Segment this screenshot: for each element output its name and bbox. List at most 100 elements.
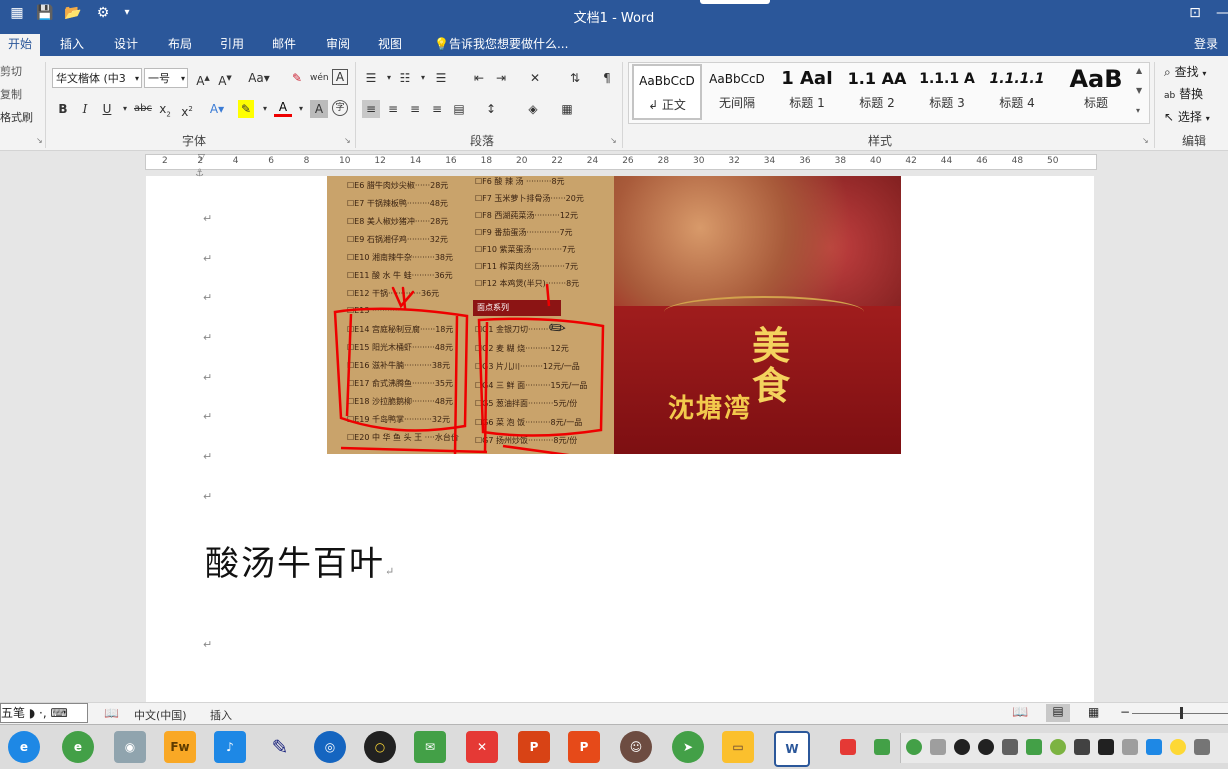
subscript-icon[interactable]: x2 — [156, 100, 174, 118]
tray-app-icon[interactable] — [1146, 739, 1162, 755]
style-no-spacing[interactable]: AaBbCcD 无间隔 — [702, 64, 772, 120]
gallery-more-icon[interactable]: ▾ — [1136, 106, 1140, 115]
music-icon[interactable]: ♪ — [214, 731, 246, 763]
document-heading[interactable]: 酸汤牛百叶↵ — [205, 536, 394, 585]
change-case-icon[interactable]: Aa▾ — [246, 69, 272, 87]
proofing-icon[interactable]: 📖 — [104, 706, 119, 720]
numbering-dropdown-icon[interactable]: ▾ — [414, 69, 432, 87]
style-title[interactable]: AaB 标题 — [1058, 64, 1134, 120]
grow-font-icon[interactable]: A▲ — [194, 69, 212, 88]
tools-icon[interactable]: ✎ — [264, 731, 296, 763]
network-icon[interactable] — [1002, 739, 1018, 755]
ie-icon[interactable]: e — [8, 731, 40, 763]
camera-icon[interactable]: ◉ — [114, 731, 146, 763]
tray-app-icon[interactable] — [1098, 739, 1114, 755]
font-color-dropdown-icon[interactable]: ▾ — [292, 100, 310, 118]
tray-app-icon[interactable] — [840, 739, 856, 755]
paragraph-dialog-launcher-icon[interactable]: ↘ — [610, 136, 617, 145]
ime-toolbar[interactable]: 五笔 ◗ ·, ⌨ — [0, 703, 88, 723]
sort-icon[interactable]: ⇅ — [566, 69, 584, 87]
cut-button[interactable]: 剪切 — [0, 63, 22, 79]
print-layout-icon[interactable]: ▤ — [1046, 704, 1070, 722]
browser-tray-icon[interactable] — [1050, 739, 1066, 755]
font-size-combo[interactable]: 一号 ▾ — [144, 68, 188, 88]
copy-button[interactable]: 复制 — [0, 86, 22, 102]
style-normal[interactable]: AaBbCcD ↲ 正文 — [632, 64, 702, 120]
zoom-slider-thumb[interactable] — [1180, 707, 1183, 719]
select-button[interactable]: ↖ 选择 ▾ — [1164, 108, 1210, 125]
tab-design[interactable]: 设计 — [106, 34, 146, 56]
format-painter-button[interactable]: 格式刷 — [0, 109, 33, 125]
distributed-icon[interactable]: ▤ — [450, 100, 468, 118]
read-mode-icon[interactable]: 📖 — [1012, 705, 1028, 720]
tray-battery-icon[interactable] — [874, 739, 890, 755]
underline-icon[interactable]: U — [98, 100, 116, 118]
gallery-down-icon[interactable]: ▼ — [1136, 86, 1142, 95]
tab-layout[interactable]: 布局 — [160, 34, 200, 56]
character-border-icon[interactable]: A — [332, 69, 348, 85]
tab-view[interactable]: 视图 — [370, 34, 410, 56]
tab-review[interactable]: 审阅 — [318, 34, 358, 56]
numbering-icon[interactable]: ☷ — [396, 69, 414, 87]
tray-app-icon[interactable] — [1074, 739, 1090, 755]
line-spacing-icon[interactable]: ↕ — [482, 100, 500, 118]
wechat-tray-icon[interactable] — [1026, 739, 1042, 755]
replace-button[interactable]: ab 替换 — [1164, 85, 1203, 102]
character-shading-icon[interactable]: A — [310, 100, 328, 118]
enclose-characters-icon[interactable]: 字 — [332, 100, 348, 116]
font-name-combo[interactable]: 华文楷体 (中3 ▾ — [52, 68, 142, 88]
font-dialog-launcher-icon[interactable]: ↘ — [344, 136, 351, 145]
align-center-icon[interactable]: ≡ — [384, 100, 402, 118]
tab-insert[interactable]: 插入 — [52, 34, 92, 56]
increase-indent-icon[interactable]: ⇥ — [492, 69, 510, 87]
horizontal-ruler[interactable]: 2 2 4 6 8 10 12 14 16 18 20 22 24 26 28 30 32 34 36 38 40 42 4… — [145, 153, 1097, 170]
styles-dialog-launcher-icon[interactable]: ↘ — [1142, 136, 1149, 145]
tell-me-box[interactable]: 💡告诉我您想要做什么... — [426, 34, 576, 56]
minimize-icon[interactable]: — — [1214, 4, 1228, 22]
style-heading-3[interactable]: 1.1.1 A 标题 3 — [912, 64, 982, 120]
wechat-icon[interactable]: ✉ — [414, 731, 446, 763]
justify-icon[interactable]: ≡ — [428, 100, 446, 118]
insert-mode-status[interactable]: 插入 — [210, 707, 232, 723]
highlight-dropdown-icon[interactable]: ▾ — [256, 100, 274, 118]
tab-references[interactable]: 引用 — [212, 34, 252, 56]
powerpoint-file-icon[interactable]: P — [568, 731, 600, 763]
find-button[interactable]: ⌕ 查找 ▾ — [1164, 63, 1206, 80]
volume-icon[interactable] — [930, 739, 946, 755]
tray-send-icon[interactable] — [906, 739, 922, 755]
superscript-icon[interactable]: x2 — [178, 100, 196, 119]
bullets-icon[interactable]: ☰ — [362, 69, 380, 87]
xmind-icon[interactable]: ✕ — [466, 731, 498, 763]
highlight-icon[interactable]: ✎ — [238, 100, 254, 118]
align-left-icon[interactable]: ≡ — [362, 100, 380, 118]
browser-360-icon[interactable]: e — [62, 731, 94, 763]
tray-app-icon[interactable] — [1122, 739, 1138, 755]
send-icon[interactable]: ➤ — [672, 731, 704, 763]
italic-icon[interactable]: I — [76, 100, 94, 118]
tray-app-icon[interactable] — [1194, 739, 1210, 755]
tray-app-icon[interactable] — [1170, 739, 1186, 755]
font-color-icon[interactable]: A — [274, 100, 292, 117]
qq-icon[interactable] — [954, 739, 970, 755]
qq-icon[interactable] — [978, 739, 994, 755]
chinese-layout-icon[interactable]: ✕ — [526, 69, 544, 87]
gallery-up-icon[interactable]: ▲ — [1136, 66, 1142, 75]
avatar-icon[interactable]: ☺ — [620, 731, 652, 763]
language-status[interactable]: 中文(中国) — [134, 707, 187, 723]
menu-image[interactable]: ☐E6 腊牛肉炒尖椒······28元 ☐E7 干锅辣板鸭·········48元… — [327, 176, 901, 454]
clear-formatting-icon[interactable]: ✎ — [288, 69, 306, 87]
tab-mailings[interactable]: 邮件 — [264, 34, 304, 56]
word-taskbar-icon[interactable]: W — [774, 731, 810, 767]
web-layout-icon[interactable]: ▦ — [1088, 705, 1099, 719]
ribbon-display-icon[interactable]: ⊡ — [1186, 4, 1204, 22]
phonetic-guide-icon[interactable]: wén — [310, 69, 329, 87]
style-heading-1[interactable]: 1 AaI 标题 1 — [772, 64, 842, 120]
tab-home[interactable]: 开始 — [0, 34, 41, 56]
decrease-indent-icon[interactable]: ⇤ — [470, 69, 488, 87]
style-heading-4[interactable]: 1.1.1.1 标题 4 — [982, 64, 1052, 120]
text-effects-icon[interactable]: A▾ — [208, 100, 226, 118]
folder-icon[interactable]: ▭ — [722, 731, 754, 763]
multilevel-list-icon[interactable]: ☰ — [432, 69, 450, 87]
borders-icon[interactable]: ▦ — [558, 100, 576, 118]
show-marks-icon[interactable]: ¶ — [598, 69, 616, 87]
